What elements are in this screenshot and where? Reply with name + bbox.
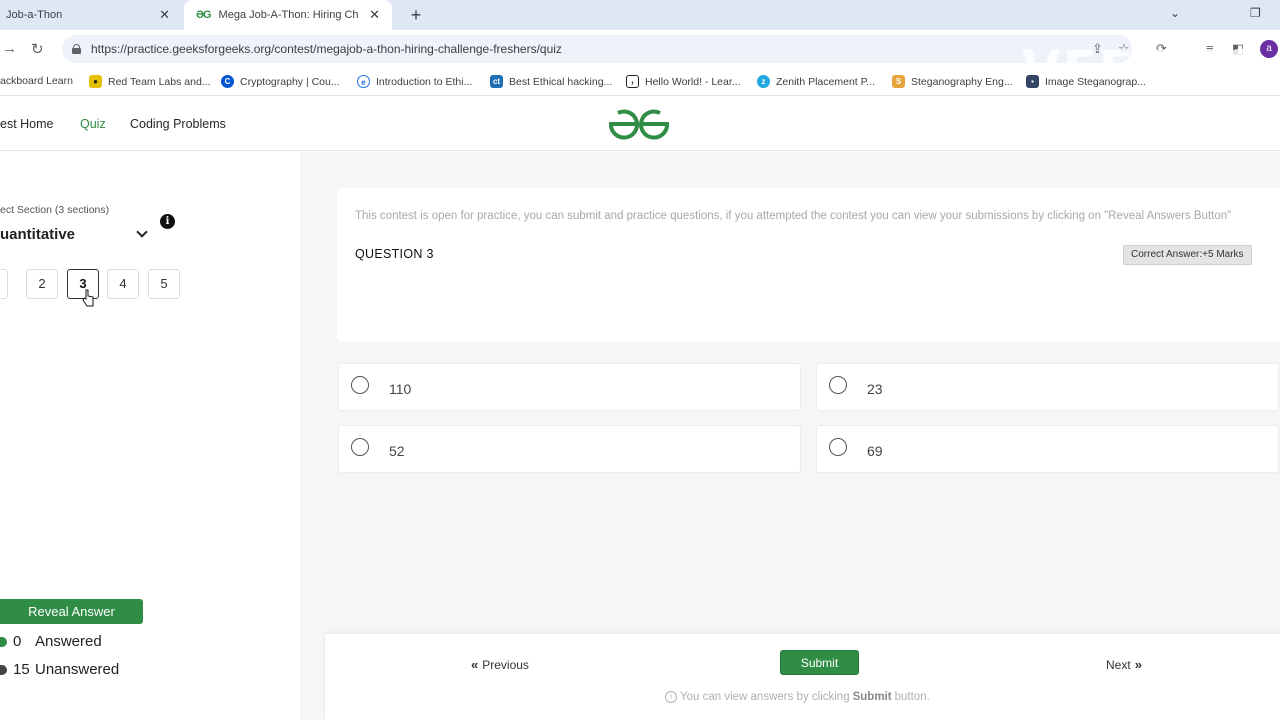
lock-icon <box>72 44 81 54</box>
answer-option[interactable]: 110 <box>338 363 801 411</box>
forward-arrow-icon[interactable]: → <box>2 40 17 57</box>
bookmark-item[interactable]: ackboard Learn <box>0 75 73 87</box>
site-header: est Home Quiz Coding Problems <box>0 97 1280 151</box>
radio-button[interactable] <box>829 376 847 394</box>
close-icon[interactable]: ✕ <box>159 7 170 23</box>
gfg-favicon-icon: ƏG <box>196 9 212 21</box>
hand-cursor-icon <box>82 289 94 307</box>
radio-button[interactable] <box>829 438 847 456</box>
unanswered-label: Unanswered <box>35 661 120 678</box>
nav-quiz[interactable]: Quiz <box>80 117 106 131</box>
answer-option[interactable]: 23 <box>816 363 1279 411</box>
unanswered-count: 15 <box>13 661 30 678</box>
section-dropdown[interactable]: uantitative <box>0 226 75 243</box>
zenith-icon: z <box>757 75 770 88</box>
next-label: Next <box>1106 657 1131 672</box>
bookmark-item[interactable]: z Zenith Placement P... <box>757 75 875 88</box>
tab-mega-job-a-thon[interactable]: ƏG Mega Job-A-Thon: Hiring Chall ✕ <box>184 0 392 30</box>
bookmark-label: Image Steganograp... <box>1045 75 1146 88</box>
double-chevron-right-icon: » <box>1134 657 1142 672</box>
nav-contest-home[interactable]: est Home <box>0 117 54 131</box>
question-number-button[interactable]: 5 <box>148 269 180 299</box>
unanswered-stat: 15 Unanswered <box>0 661 119 678</box>
bookmark-label: Red Team Labs and... <box>108 75 211 88</box>
close-icon[interactable]: ✕ <box>369 7 380 23</box>
submit-button[interactable]: Submit <box>780 650 859 675</box>
question-card: This contest is open for practice, you c… <box>337 188 1280 342</box>
bookmark-label: ackboard Learn <box>0 75 73 87</box>
answered-dot-icon <box>0 636 7 647</box>
answer-option[interactable]: 52 <box>338 425 801 473</box>
image-stego-icon: ▪ <box>1026 75 1039 88</box>
option-text: 52 <box>389 443 405 459</box>
answered-stat: 0 Answered <box>0 633 102 650</box>
bookmark-item[interactable]: C Cryptography | Cou... <box>221 75 340 88</box>
bookmark-item[interactable]: ● Red Team Labs and... <box>89 75 211 88</box>
restore-window-icon[interactable]: ❐ <box>1250 6 1261 20</box>
terminal-icon: › <box>626 75 639 88</box>
question-number-button[interactable]: 4 <box>107 269 139 299</box>
reload-icon[interactable]: ↻ <box>31 40 44 58</box>
previous-button[interactable]: « Previous <box>467 657 529 672</box>
quiz-footer: « Previous Submit Next » i You can view … <box>325 634 1280 720</box>
bookmark-label: Introduction to Ethi... <box>376 75 473 88</box>
bookmarks-bar: ackboard Learn ● Red Team Labs and... C … <box>0 68 1280 96</box>
submit-hint: i You can view answers by clicking Submi… <box>665 691 930 703</box>
previous-label: Previous <box>482 657 529 672</box>
new-tab-button[interactable]: + <box>406 5 426 25</box>
answer-option[interactable]: 69 <box>816 425 1279 473</box>
chevron-down-icon[interactable]: ⌄ <box>1170 6 1180 20</box>
browser-toolbar: → ↻ https://practice.geeksforgeeks.org/c… <box>0 30 1280 98</box>
redteam-icon: ● <box>89 75 102 88</box>
bookmark-label: Best Ethical hacking... <box>509 75 613 88</box>
bookmark-item[interactable]: ct Best Ethical hacking... <box>490 75 612 88</box>
double-chevron-left-icon: « <box>471 657 479 672</box>
gfg-logo-icon[interactable] <box>608 106 670 142</box>
question-number-button[interactable]: 1 <box>0 269 8 299</box>
chevron-down-icon[interactable] <box>136 226 148 238</box>
tab-title: Mega Job-A-Thon: Hiring Chall <box>218 9 359 21</box>
hint-prefix: You can view answers by clicking <box>680 691 850 703</box>
bookmark-label: Zenith Placement P... <box>776 75 876 88</box>
bookmark-item[interactable]: ▪ Image Steganograp... <box>1026 75 1146 88</box>
quiz-main-area: This contest is open for practice, you c… <box>300 152 1280 720</box>
option-text: 110 <box>389 381 412 397</box>
option-text: 69 <box>867 443 883 459</box>
tab-title: Job-a-Thon <box>6 9 63 21</box>
tab-job-a-thon[interactable]: Job-a-Thon ✕ <box>0 0 182 30</box>
question-title: QUESTION 3 <box>355 247 434 261</box>
radio-button[interactable] <box>351 376 369 394</box>
hint-suffix: button. <box>894 691 930 703</box>
answered-label: Answered <box>35 633 102 650</box>
info-icon[interactable]: i <box>160 214 175 229</box>
bookmark-label: Hello World! - Lear... <box>645 75 741 88</box>
hint-bold: Submit <box>852 691 892 703</box>
stego-icon: S <box>892 75 905 88</box>
bookmark-item[interactable]: › Hello World! - Lear... <box>626 75 741 88</box>
question-navigator-panel: ect Section (3 sections) uantitative i 1… <box>0 152 300 720</box>
section-caption: ect Section (3 sections) <box>0 204 110 216</box>
answered-count: 0 <box>13 633 22 650</box>
next-button[interactable]: Next » <box>1106 657 1146 672</box>
address-bar[interactable]: https://practice.geeksforgeeks.org/conte… <box>62 35 1132 63</box>
nav-coding-problems[interactable]: Coding Problems <box>130 117 226 131</box>
marks-badge: Correct Answer:+5 Marks <box>1123 245 1252 265</box>
radio-button[interactable] <box>351 438 369 456</box>
bookmark-item[interactable]: S Steganography Eng... <box>892 75 1013 88</box>
ethical-icon: e <box>357 75 370 88</box>
question-number-button[interactable]: 2 <box>26 269 58 299</box>
practice-notice: This contest is open for practice, you c… <box>355 210 1232 222</box>
option-text: 23 <box>867 381 883 397</box>
info-icon: i <box>665 691 677 703</box>
coursera-icon: C <box>221 75 234 88</box>
ct-icon: ct <box>490 75 503 88</box>
url-text: https://practice.geeksforgeeks.org/conte… <box>91 42 562 56</box>
bookmark-label: Steganography Eng... <box>911 75 1013 88</box>
bookmark-label: Cryptography | Cou... <box>240 75 340 88</box>
unanswered-dot-icon <box>0 664 7 675</box>
bookmark-item[interactable]: e Introduction to Ethi... <box>357 75 472 88</box>
browser-tab-bar: Job-a-Thon ✕ ƏG Mega Job-A-Thon: Hiring … <box>0 0 1280 30</box>
reveal-answer-button[interactable]: Reveal Answer <box>0 599 143 624</box>
